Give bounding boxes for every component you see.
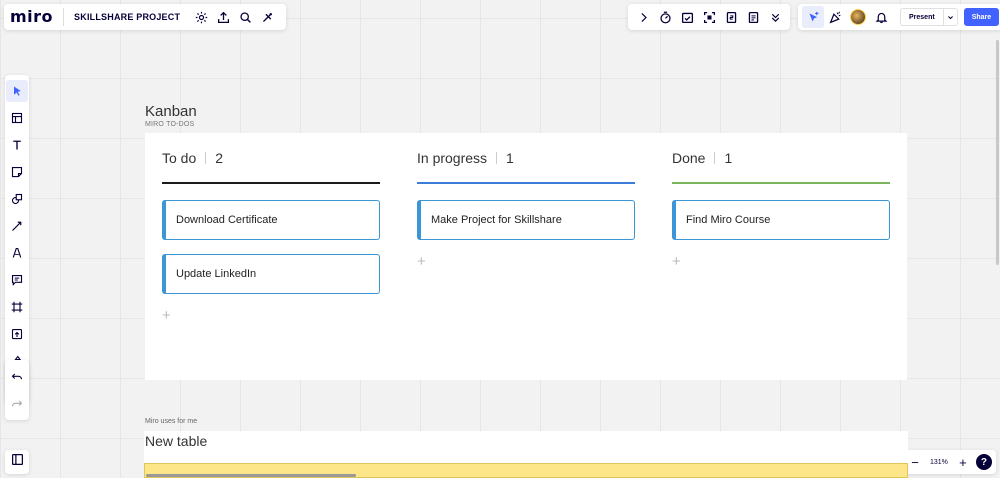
column-header[interactable]: In progress 1: [417, 150, 514, 166]
kanban-card[interactable]: Download Certificate: [162, 200, 380, 240]
search-icon[interactable]: [234, 6, 256, 28]
frame-icon[interactable]: [6, 296, 28, 318]
shapes-icon[interactable]: [6, 188, 28, 210]
table-subtitle: Miro uses for me: [145, 418, 198, 425]
upload-icon[interactable]: [212, 6, 234, 28]
celebrate-icon[interactable]: [824, 6, 846, 28]
upload-icon[interactable]: [6, 323, 28, 345]
kanban-subtitle: MIRO TO-DOS: [145, 121, 195, 128]
templates-icon[interactable]: [6, 107, 28, 129]
undo-icon[interactable]: [6, 366, 28, 388]
board-header-panel: miro SKILLSHARE PROJECT: [4, 4, 287, 30]
add-card-button[interactable]: +: [417, 253, 426, 270]
kanban-board[interactable]: To do 2 Download Certificate Update Link…: [145, 133, 907, 380]
present-button[interactable]: Present: [900, 8, 958, 26]
miro-logo[interactable]: miro: [10, 8, 65, 26]
kanban-title[interactable]: Kanban: [145, 103, 197, 120]
column-underline: [162, 182, 380, 184]
present-label: Present: [909, 13, 935, 21]
timer-icon[interactable]: [654, 6, 676, 28]
vertical-scrollbar[interactable]: [996, 40, 999, 265]
redo-icon[interactable]: [6, 393, 28, 415]
chevron-right-icon[interactable]: [632, 6, 654, 28]
notes-icon[interactable]: [742, 6, 764, 28]
divider: [714, 152, 716, 164]
zoom-controls: − 131% + ?: [902, 450, 996, 474]
board-name[interactable]: SKILLSHARE PROJECT: [74, 12, 180, 22]
column-count: 2: [215, 150, 224, 166]
cursor-select-icon[interactable]: [802, 6, 824, 28]
help-button[interactable]: ?: [975, 454, 992, 470]
column-name: To do: [162, 150, 197, 166]
sticky-note-icon[interactable]: [6, 161, 28, 183]
kanban-card[interactable]: Find Miro Course: [672, 200, 890, 240]
zoom-level[interactable]: 131%: [930, 459, 948, 466]
share-button[interactable]: Share: [963, 8, 1000, 26]
select-icon[interactable]: [6, 79, 28, 102]
kanban-card[interactable]: Make Project for Skillshare: [417, 200, 635, 240]
zoom-in-button[interactable]: +: [954, 455, 972, 470]
add-card-button[interactable]: +: [162, 307, 171, 324]
board-tools-panel: [628, 4, 790, 30]
text-icon[interactable]: [6, 134, 28, 156]
divider: [205, 152, 207, 164]
divider: [496, 152, 498, 164]
sidebar-toggle-icon: [11, 453, 24, 471]
card-count-icon[interactable]: [720, 6, 742, 28]
comment-icon[interactable]: [6, 269, 28, 291]
settings-icon[interactable]: [190, 6, 212, 28]
add-card-button[interactable]: +: [672, 253, 681, 270]
column-header[interactable]: Done 1: [672, 150, 732, 166]
bell-icon[interactable]: [870, 6, 892, 28]
collaboration-panel: Present Share: [798, 4, 1000, 30]
column-count: 1: [506, 150, 514, 166]
column-name: In progress: [417, 150, 488, 166]
avatar[interactable]: [850, 9, 866, 25]
column-underline: [672, 182, 890, 184]
chevron-down-icon[interactable]: [942, 9, 957, 25]
left-toolbar: [5, 75, 29, 403]
pen-icon[interactable]: [6, 242, 28, 264]
table-title[interactable]: New table: [144, 431, 908, 463]
chevron-double-down-icon[interactable]: [764, 6, 786, 28]
column-header[interactable]: To do 2: [162, 150, 223, 166]
column-name: Done: [672, 150, 706, 166]
frame-focus-icon[interactable]: [698, 6, 720, 28]
undo-redo-panel: [5, 360, 29, 420]
column-count: 1: [724, 150, 733, 166]
table-scrollbar[interactable]: [146, 474, 356, 477]
column-underline: [417, 182, 635, 184]
zoom-out-button[interactable]: −: [906, 455, 924, 470]
apps-icon[interactable]: [256, 6, 278, 28]
vote-icon[interactable]: [676, 6, 698, 28]
sidebar-toggle[interactable]: [5, 450, 29, 474]
kanban-card[interactable]: Update LinkedIn: [162, 254, 380, 294]
connector-line-icon[interactable]: [6, 215, 28, 237]
